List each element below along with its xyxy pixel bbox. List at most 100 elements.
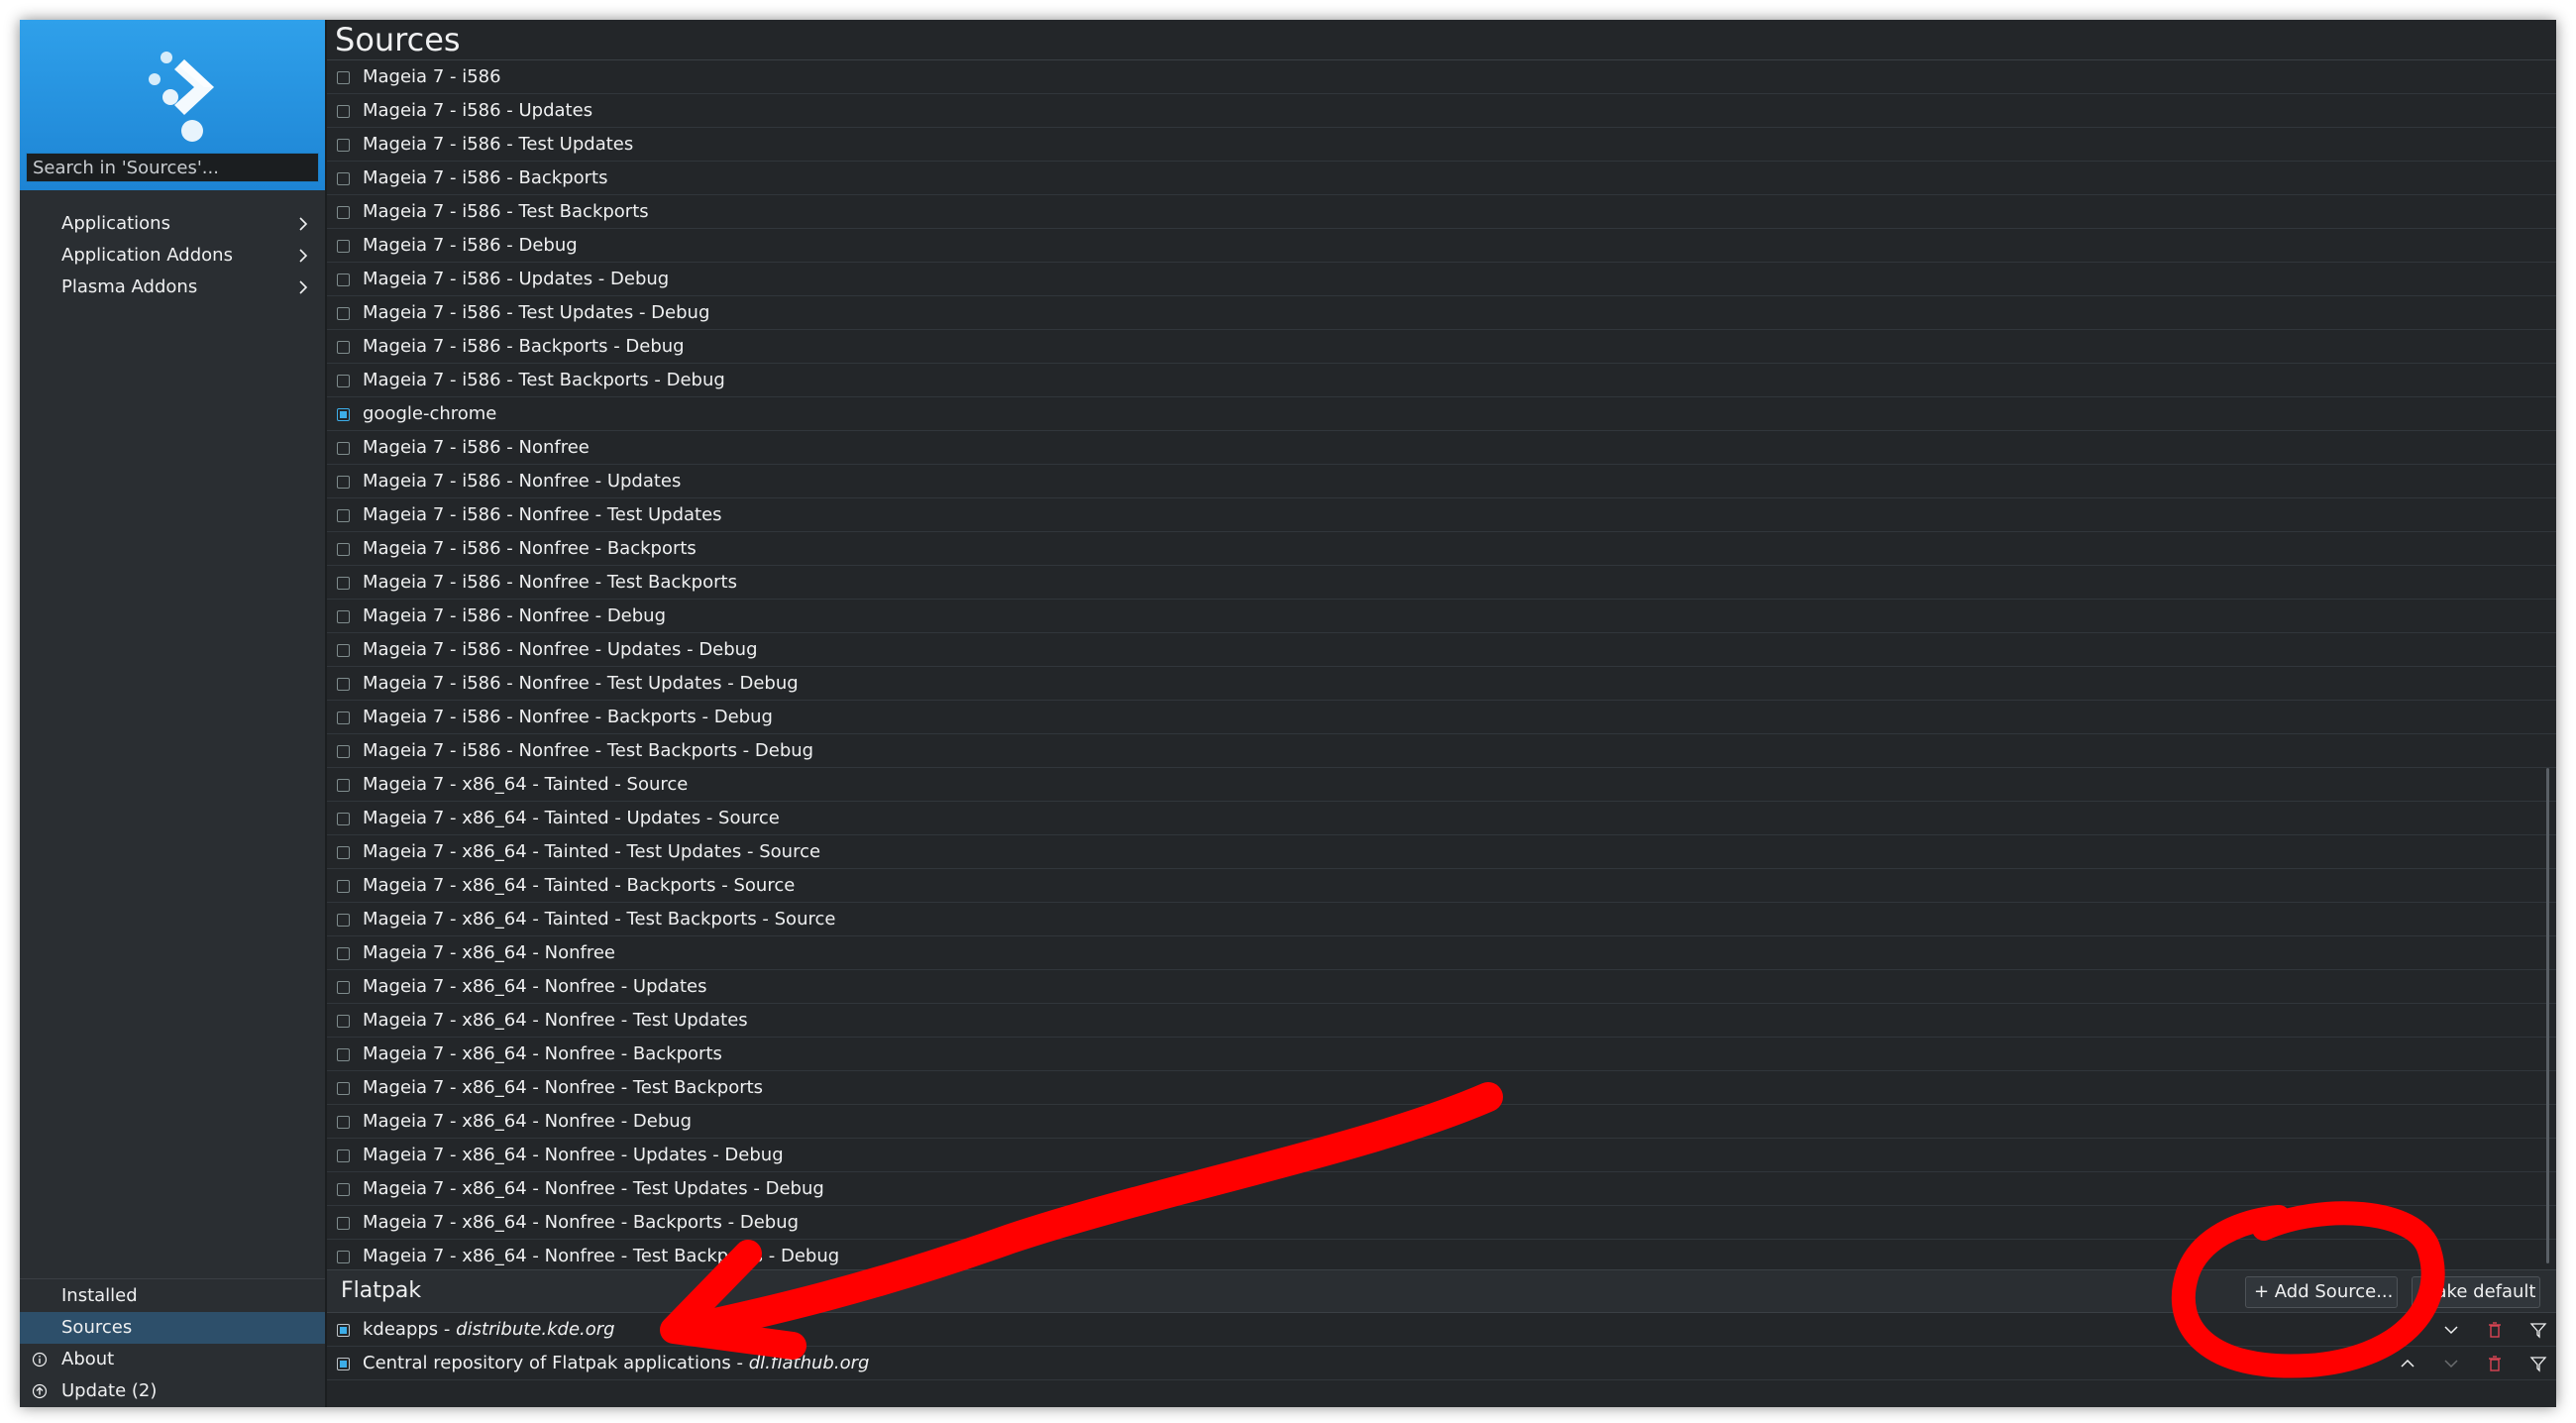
- trash-icon[interactable]: [2485, 1354, 2505, 1373]
- source-checkbox[interactable]: [337, 712, 350, 724]
- sidebar-item-installed[interactable]: Installed: [20, 1280, 325, 1312]
- source-row[interactable]: Mageia 7 - x86_64 - Nonfree - Debug: [327, 1105, 2556, 1139]
- search-input[interactable]: [26, 153, 319, 182]
- source-checkbox[interactable]: [337, 375, 350, 387]
- source-checkbox[interactable]: [337, 1048, 350, 1061]
- scrollbar[interactable]: [2546, 768, 2549, 1263]
- source-row[interactable]: Mageia 7 - i586 - Backports: [327, 162, 2556, 195]
- source-row[interactable]: Mageia 7 - i586 - Test Updates: [327, 128, 2556, 162]
- source-checkbox[interactable]: [337, 476, 350, 489]
- source-row[interactable]: Mageia 7 - i586 - Test Backports: [327, 195, 2556, 229]
- add-source-button[interactable]: + Add Source...: [2245, 1276, 2398, 1308]
- make-default-button[interactable]: Make default: [2412, 1276, 2540, 1308]
- sidebar-item-applications[interactable]: Applications: [20, 208, 325, 240]
- chevron-right-icon: [299, 249, 308, 263]
- source-row[interactable]: Mageia 7 - i586 - Test Backports - Debug: [327, 364, 2556, 397]
- source-checkbox[interactable]: [337, 1217, 350, 1230]
- source-row[interactable]: Mageia 7 - x86_64 - Nonfree - Backports …: [327, 1206, 2556, 1240]
- flatpak-repo-checkbox[interactable]: [337, 1358, 350, 1370]
- trash-icon[interactable]: [2485, 1320, 2505, 1340]
- source-checkbox[interactable]: [337, 644, 350, 657]
- source-row[interactable]: Mageia 7 - x86_64 - Tainted - Source: [327, 768, 2556, 802]
- source-row[interactable]: Mageia 7 - i586 - Debug: [327, 229, 2556, 263]
- sidebar-item-sources[interactable]: Sources: [20, 1312, 325, 1344]
- source-row[interactable]: Mageia 7 - x86_64 - Tainted - Test Backp…: [327, 903, 2556, 936]
- move-down-icon[interactable]: [2441, 1320, 2461, 1340]
- source-checkbox[interactable]: [337, 509, 350, 522]
- source-row[interactable]: Mageia 7 - i586 - Test Updates - Debug: [327, 296, 2556, 330]
- source-checkbox[interactable]: [337, 947, 350, 960]
- move-up-icon[interactable]: [2398, 1354, 2417, 1373]
- source-row[interactable]: Mageia 7 - i586 - Nonfree - Test Updates: [327, 498, 2556, 532]
- source-row[interactable]: Mageia 7 - x86_64 - Nonfree - Updates: [327, 970, 2556, 1004]
- source-row[interactable]: Mageia 7 - x86_64 - Nonfree - Backports: [327, 1038, 2556, 1071]
- source-row[interactable]: Mageia 7 - x86_64 - Nonfree - Test Backp…: [327, 1071, 2556, 1105]
- source-checkbox[interactable]: [337, 981, 350, 994]
- source-row[interactable]: Mageia 7 - i586 - Nonfree - Test Updates…: [327, 667, 2556, 701]
- source-row[interactable]: Mageia 7 - i586 - Nonfree: [327, 431, 2556, 465]
- source-row[interactable]: Mageia 7 - x86_64 - Tainted - Backports …: [327, 869, 2556, 903]
- source-row[interactable]: Mageia 7 - i586 - Nonfree - Test Backpor…: [327, 566, 2556, 600]
- source-checkbox[interactable]: [337, 779, 350, 792]
- source-checkbox[interactable]: [337, 543, 350, 556]
- source-checkbox[interactable]: [337, 274, 350, 286]
- source-checkbox[interactable]: [337, 1183, 350, 1196]
- source-checkbox[interactable]: [337, 813, 350, 825]
- source-row[interactable]: Mageia 7 - x86_64 - Nonfree - Test Updat…: [327, 1172, 2556, 1206]
- source-row[interactable]: Mageia 7 - i586 - Updates: [327, 94, 2556, 128]
- source-checkbox[interactable]: [337, 678, 350, 691]
- source-row[interactable]: Mageia 7 - i586 - Nonfree - Backports: [327, 532, 2556, 566]
- source-checkbox[interactable]: [337, 610, 350, 623]
- move-down-icon[interactable]: [2441, 1354, 2461, 1373]
- source-row[interactable]: Mageia 7 - i586: [327, 60, 2556, 94]
- source-row[interactable]: google-chrome: [327, 397, 2556, 431]
- source-label: Mageia 7 - x86_64 - Nonfree - Test Updat…: [363, 1010, 748, 1031]
- source-checkbox[interactable]: [337, 206, 350, 219]
- source-row[interactable]: Mageia 7 - i586 - Nonfree - Test Backpor…: [327, 734, 2556, 768]
- source-checkbox[interactable]: [337, 139, 350, 152]
- filter-icon[interactable]: [2528, 1320, 2548, 1340]
- source-row[interactable]: Mageia 7 - x86_64 - Nonfree - Updates - …: [327, 1139, 2556, 1172]
- source-checkbox[interactable]: [337, 105, 350, 118]
- source-checkbox[interactable]: [337, 1082, 350, 1095]
- source-label: Mageia 7 - i586 - Backports - Debug: [363, 336, 685, 357]
- source-row[interactable]: Mageia 7 - x86_64 - Tainted - Updates - …: [327, 802, 2556, 835]
- flatpak-repo-checkbox[interactable]: [337, 1324, 350, 1337]
- source-checkbox[interactable]: [337, 914, 350, 927]
- source-row[interactable]: Mageia 7 - i586 - Backports - Debug: [327, 330, 2556, 364]
- sidebar-item-about[interactable]: About: [20, 1344, 325, 1375]
- source-label: Mageia 7 - x86_64 - Tainted - Backports …: [363, 875, 796, 896]
- filter-icon[interactable]: [2528, 1354, 2548, 1373]
- source-row[interactable]: Mageia 7 - x86_64 - Nonfree - Test Updat…: [327, 1004, 2556, 1038]
- source-checkbox[interactable]: [337, 1251, 350, 1263]
- update-icon: [32, 1383, 48, 1399]
- source-checkbox[interactable]: [337, 172, 350, 185]
- source-checkbox[interactable]: [337, 408, 350, 421]
- source-checkbox[interactable]: [337, 577, 350, 590]
- sidebar-item-update[interactable]: Update (2): [20, 1375, 325, 1407]
- source-checkbox[interactable]: [337, 745, 350, 758]
- flatpak-repo-row[interactable]: Central repository of Flatpak applicatio…: [327, 1347, 2556, 1380]
- source-row[interactable]: Mageia 7 - i586 - Updates - Debug: [327, 263, 2556, 296]
- source-checkbox[interactable]: [337, 846, 350, 859]
- source-row[interactable]: Mageia 7 - x86_64 - Nonfree: [327, 936, 2556, 970]
- source-row[interactable]: Mageia 7 - i586 - Nonfree - Backports - …: [327, 701, 2556, 734]
- source-checkbox[interactable]: [337, 341, 350, 354]
- source-row[interactable]: Mageia 7 - x86_64 - Nonfree - Test Backp…: [327, 1240, 2556, 1269]
- sidebar-item-plasma-addons[interactable]: Plasma Addons: [20, 272, 325, 303]
- source-checkbox[interactable]: [337, 71, 350, 84]
- flatpak-repo-row[interactable]: kdeapps - distribute.kde.org: [327, 1313, 2556, 1347]
- source-row[interactable]: Mageia 7 - i586 - Nonfree - Updates: [327, 465, 2556, 498]
- source-label: Mageia 7 - i586 - Updates: [363, 100, 593, 121]
- source-row[interactable]: Mageia 7 - i586 - Nonfree - Updates - De…: [327, 633, 2556, 667]
- source-checkbox[interactable]: [337, 240, 350, 253]
- source-row[interactable]: Mageia 7 - i586 - Nonfree - Debug: [327, 600, 2556, 633]
- source-checkbox[interactable]: [337, 442, 350, 455]
- source-checkbox[interactable]: [337, 307, 350, 320]
- source-checkbox[interactable]: [337, 1015, 350, 1028]
- source-checkbox[interactable]: [337, 1116, 350, 1129]
- source-checkbox[interactable]: [337, 880, 350, 893]
- source-row[interactable]: Mageia 7 - x86_64 - Tainted - Test Updat…: [327, 835, 2556, 869]
- source-checkbox[interactable]: [337, 1149, 350, 1162]
- sidebar-item-application-addons[interactable]: Application Addons: [20, 240, 325, 272]
